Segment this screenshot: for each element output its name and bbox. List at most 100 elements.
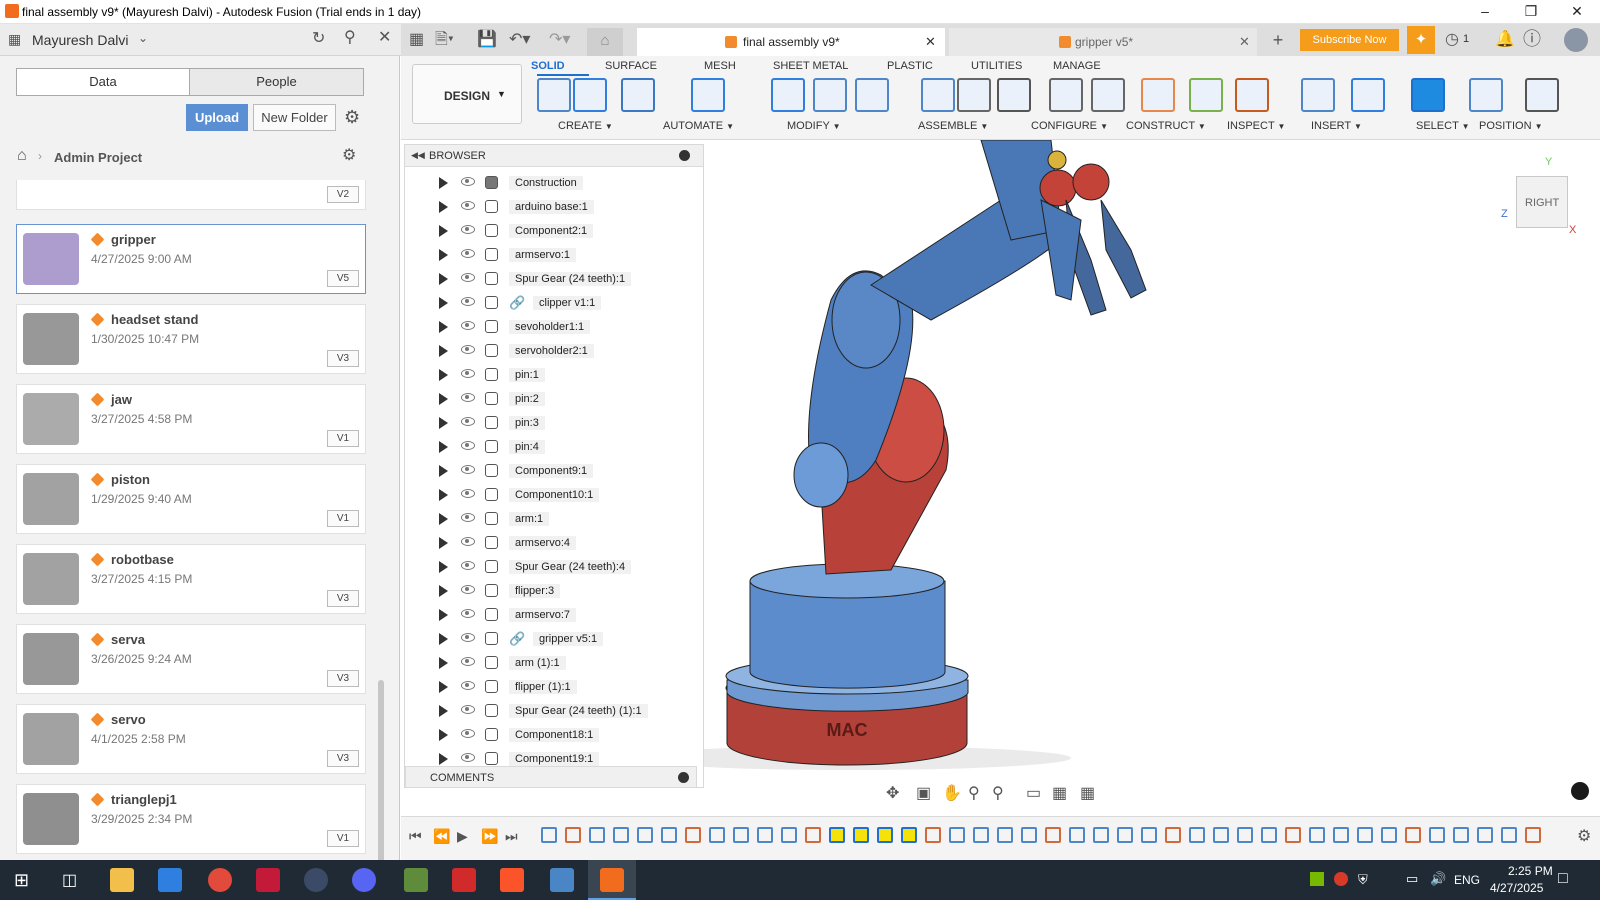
steam-icon[interactable] — [304, 868, 328, 892]
browser-node[interactable]: Spur Gear (24 teeth):4 — [405, 555, 705, 579]
close-panel-icon[interactable]: ✕ — [378, 30, 391, 46]
home-icon[interactable]: ⌂ — [17, 148, 27, 164]
new-tab-button[interactable]: + — [1267, 30, 1289, 52]
tool-icon-13[interactable] — [1189, 78, 1223, 112]
fit-icon[interactable]: ⚲ — [992, 786, 1004, 802]
tool-icon-19[interactable] — [1525, 78, 1559, 112]
expand-arrow-icon[interactable] — [439, 249, 448, 261]
browser-node[interactable]: Spur Gear (24 teeth):1 — [405, 267, 705, 291]
timeline-feature-icon[interactable] — [1405, 827, 1421, 843]
browser-node[interactable]: Construction — [405, 171, 705, 195]
ribbon-tab-utilities[interactable]: UTILITIES — [971, 60, 1022, 72]
image-viewer-icon[interactable] — [550, 868, 574, 892]
expand-arrow-icon[interactable] — [439, 273, 448, 285]
visibility-eye-icon[interactable] — [461, 513, 475, 522]
timeline-feature-icon[interactable] — [1213, 827, 1229, 843]
visibility-eye-icon[interactable] — [461, 561, 475, 570]
expand-arrow-icon[interactable] — [439, 465, 448, 477]
timeline-feature-icon[interactable] — [877, 827, 893, 843]
expand-arrow-icon[interactable] — [439, 657, 448, 669]
browser-node[interactable]: sevoholder1:1 — [405, 315, 705, 339]
browser-node[interactable]: Spur Gear (24 teeth) (1):1 — [405, 699, 705, 723]
timeline-feature-icon[interactable] — [1357, 827, 1373, 843]
ribbon-tab-mesh[interactable]: MESH — [704, 60, 736, 72]
tool-icon-15[interactable] — [1301, 78, 1335, 112]
version-dropdown[interactable]: V1 — [327, 510, 359, 527]
tool-group-create[interactable]: CREATE ▼ — [558, 120, 613, 132]
expand-arrow-icon[interactable] — [439, 609, 448, 621]
timeline-feature-icon[interactable] — [757, 827, 773, 843]
tool-group-automate[interactable]: AUTOMATE ▼ — [663, 120, 734, 132]
tool-icon-4[interactable] — [771, 78, 805, 112]
user-name[interactable]: Mayuresh Dalvi — [32, 32, 128, 48]
timeline-feature-icon[interactable] — [1093, 827, 1109, 843]
timeline-feature-icon[interactable] — [853, 827, 869, 843]
visibility-eye-icon[interactable] — [461, 609, 475, 618]
tool-group-modify[interactable]: MODIFY ▼ — [787, 120, 841, 132]
expand-arrow-icon[interactable] — [439, 705, 448, 717]
file-explorer-icon[interactable] — [110, 868, 134, 892]
visibility-eye-icon[interactable] — [461, 729, 475, 738]
version-dropdown[interactable]: V5 — [327, 270, 359, 287]
timeline-feature-icon[interactable] — [1069, 827, 1085, 843]
display-settings-icon[interactable]: ▭ — [1026, 786, 1041, 802]
chevron-down-icon[interactable]: ⌄ — [138, 32, 148, 44]
subscribe-button[interactable]: Subscribe Now — [1300, 29, 1399, 51]
browser-node[interactable]: pin:4 — [405, 435, 705, 459]
look-at-icon[interactable]: ▣ — [916, 786, 931, 802]
orbit-icon[interactable]: ✥ — [886, 786, 899, 802]
tool-icon-12[interactable] — [1141, 78, 1175, 112]
minecraft-icon[interactable] — [404, 868, 428, 892]
tool-group-select[interactable]: SELECT ▼ — [1416, 120, 1470, 132]
expand-arrow-icon[interactable] — [439, 201, 448, 213]
shield-icon[interactable]: ⛨ — [1358, 872, 1368, 888]
comments-bar[interactable]: COMMENTS — [405, 766, 697, 788]
workspace-switcher[interactable]: DESIGN ▼ — [412, 64, 522, 124]
version-dropdown[interactable]: V2 — [327, 186, 359, 203]
restore-button[interactable]: ❐ — [1508, 0, 1554, 24]
timeline-feature-icon[interactable] — [1453, 827, 1469, 843]
version-dropdown[interactable]: V1 — [327, 430, 359, 447]
browser-node[interactable]: armservo:7 — [405, 603, 705, 627]
close-tab-icon[interactable]: ✕ — [1239, 34, 1250, 50]
visibility-eye-icon[interactable] — [461, 753, 475, 762]
tab-people[interactable]: People — [189, 68, 364, 96]
timeline-feature-icon[interactable] — [829, 827, 845, 843]
ribbon-tab-manage[interactable]: MANAGE — [1053, 60, 1101, 72]
add-comment-icon[interactable] — [678, 772, 689, 783]
visibility-eye-icon[interactable] — [461, 273, 475, 282]
expand-arrow-icon[interactable] — [439, 561, 448, 573]
visibility-eye-icon[interactable] — [461, 465, 475, 474]
nvidia-tray-icon[interactable] — [1310, 872, 1324, 886]
list-item-1[interactable]: headset stand 1/30/2025 10:47 PM V3 — [16, 304, 366, 374]
viewcube[interactable]: RIGHT — [1516, 176, 1568, 228]
list-item-4[interactable]: robotbase 3/27/2025 4:15 PM V3 — [16, 544, 366, 614]
list-item-5[interactable]: serva 3/26/2025 9:24 AM V3 — [16, 624, 366, 694]
profile-avatar[interactable] — [1564, 28, 1588, 52]
tool-icon-18[interactable] — [1469, 78, 1503, 112]
breadcrumb[interactable]: Admin Project — [54, 150, 142, 165]
expand-arrow-icon[interactable] — [439, 681, 448, 693]
store-icon[interactable] — [158, 868, 182, 892]
browser-node[interactable]: Component2:1 — [405, 219, 705, 243]
ribbon-tab-sheet-metal[interactable]: SHEET METAL — [773, 60, 848, 72]
timeline-feature-icon[interactable] — [1381, 827, 1397, 843]
tool-icon-9[interactable] — [997, 78, 1031, 112]
visibility-eye-icon[interactable] — [461, 321, 475, 330]
close-tab-icon[interactable]: ✕ — [925, 34, 936, 50]
visibility-eye-icon[interactable] — [461, 225, 475, 234]
browser-node[interactable]: Component10:1 — [405, 483, 705, 507]
expand-arrow-icon[interactable] — [439, 537, 448, 549]
visibility-eye-icon[interactable] — [461, 393, 475, 402]
ribbon-tab-surface[interactable]: SURFACE — [605, 60, 657, 72]
tool-icon-1[interactable] — [573, 78, 607, 112]
expand-arrow-icon[interactable] — [439, 441, 448, 453]
browser-node[interactable]: flipper:3 — [405, 579, 705, 603]
visibility-eye-icon[interactable] — [461, 249, 475, 258]
refresh-icon[interactable]: ↻ — [312, 31, 325, 47]
home-tab[interactable]: ⌂ — [587, 28, 623, 56]
visibility-eye-icon[interactable] — [461, 681, 475, 690]
viewports-icon[interactable]: ▦ — [1080, 786, 1095, 802]
zoom-icon[interactable]: ⚲ — [968, 786, 980, 802]
acrobat-icon[interactable] — [452, 868, 476, 892]
